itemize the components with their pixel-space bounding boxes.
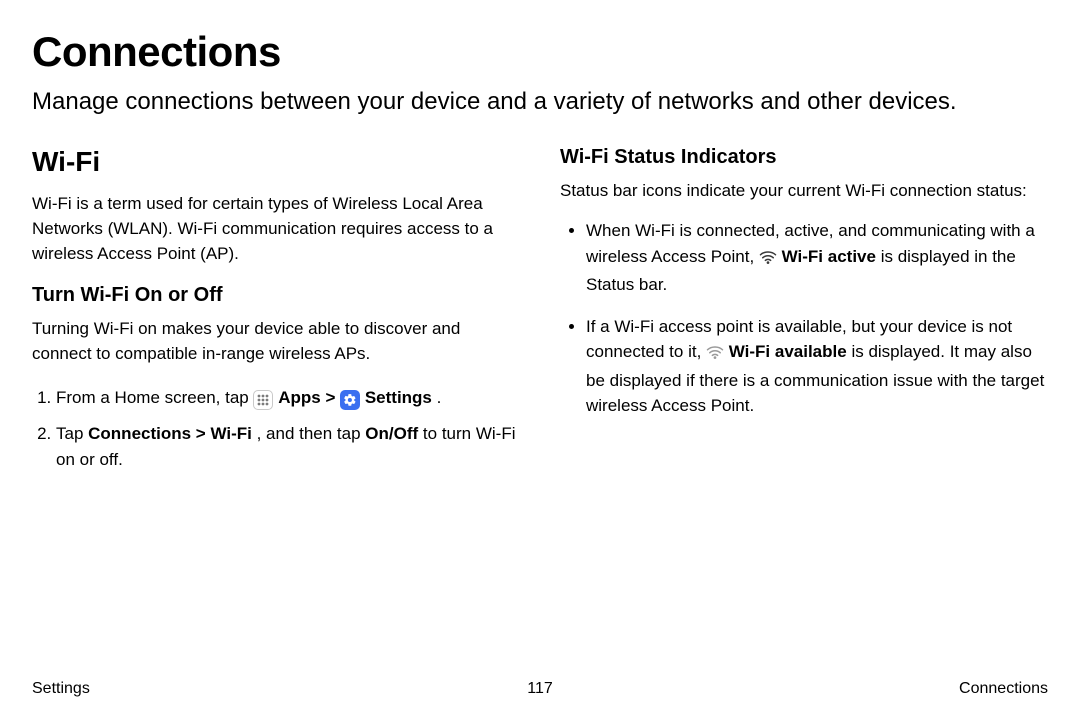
step-2: Tap Connections > Wi-Fi , and then tap O… xyxy=(56,421,520,474)
content-columns: Wi-Fi Wi-Fi is a term used for certain t… xyxy=(32,146,1048,483)
step2-mid: , and then tap xyxy=(257,424,366,443)
bullet-wifi-available: If a Wi-Fi access point is available, bu… xyxy=(586,314,1048,419)
turn-wifi-steps: From a Home screen, tap Apps > xyxy=(32,385,520,474)
page-title: Connections xyxy=(32,28,1048,76)
apps-icon xyxy=(253,390,273,410)
page-subtitle: Manage connections between your device a… xyxy=(32,86,1048,118)
document-page: Connections Manage connections between y… xyxy=(0,0,1080,720)
step1-lead: From a Home screen, tap xyxy=(56,388,253,407)
step2-bold-2: On/Off xyxy=(365,424,418,443)
wifi-available-icon xyxy=(706,342,724,368)
wifi-active-icon xyxy=(759,247,777,273)
b2-bold: Wi-Fi available xyxy=(729,342,847,361)
footer-left: Settings xyxy=(32,680,90,698)
wifi-heading: Wi-Fi xyxy=(32,146,520,178)
bullet-wifi-active: When Wi-Fi is connected, active, and com… xyxy=(586,218,1048,298)
status-indicators-intro: Status bar icons indicate your current W… xyxy=(560,179,1048,204)
footer-page-number: 117 xyxy=(527,680,553,698)
settings-icon xyxy=(340,390,360,410)
right-column: Wi-Fi Status Indicators Status bar icons… xyxy=(560,146,1048,483)
footer-right: Connections xyxy=(959,680,1048,698)
status-indicators-heading: Wi-Fi Status Indicators xyxy=(560,146,1048,169)
wifi-intro: Wi-Fi is a term used for certain types o… xyxy=(32,192,520,266)
step1-apps-label: Apps xyxy=(278,388,321,407)
turn-wifi-intro: Turning Wi-Fi on makes your device able … xyxy=(32,317,520,366)
b1-bold: Wi-Fi active xyxy=(782,247,876,266)
step1-settings-label: Settings xyxy=(365,388,432,407)
left-column: Wi-Fi Wi-Fi is a term used for certain t… xyxy=(32,146,520,483)
step2-lead: Tap xyxy=(56,424,88,443)
step2-bold-1: Connections > Wi-Fi xyxy=(88,424,252,443)
page-footer: Settings 117 Connections xyxy=(32,680,1048,698)
turn-wifi-heading: Turn Wi-Fi On or Off xyxy=(32,284,520,307)
status-indicators-list: When Wi-Fi is connected, active, and com… xyxy=(560,218,1048,419)
step-1: From a Home screen, tap Apps > xyxy=(56,385,520,411)
step1-end: . xyxy=(437,388,442,407)
step1-separator: > xyxy=(325,388,340,407)
